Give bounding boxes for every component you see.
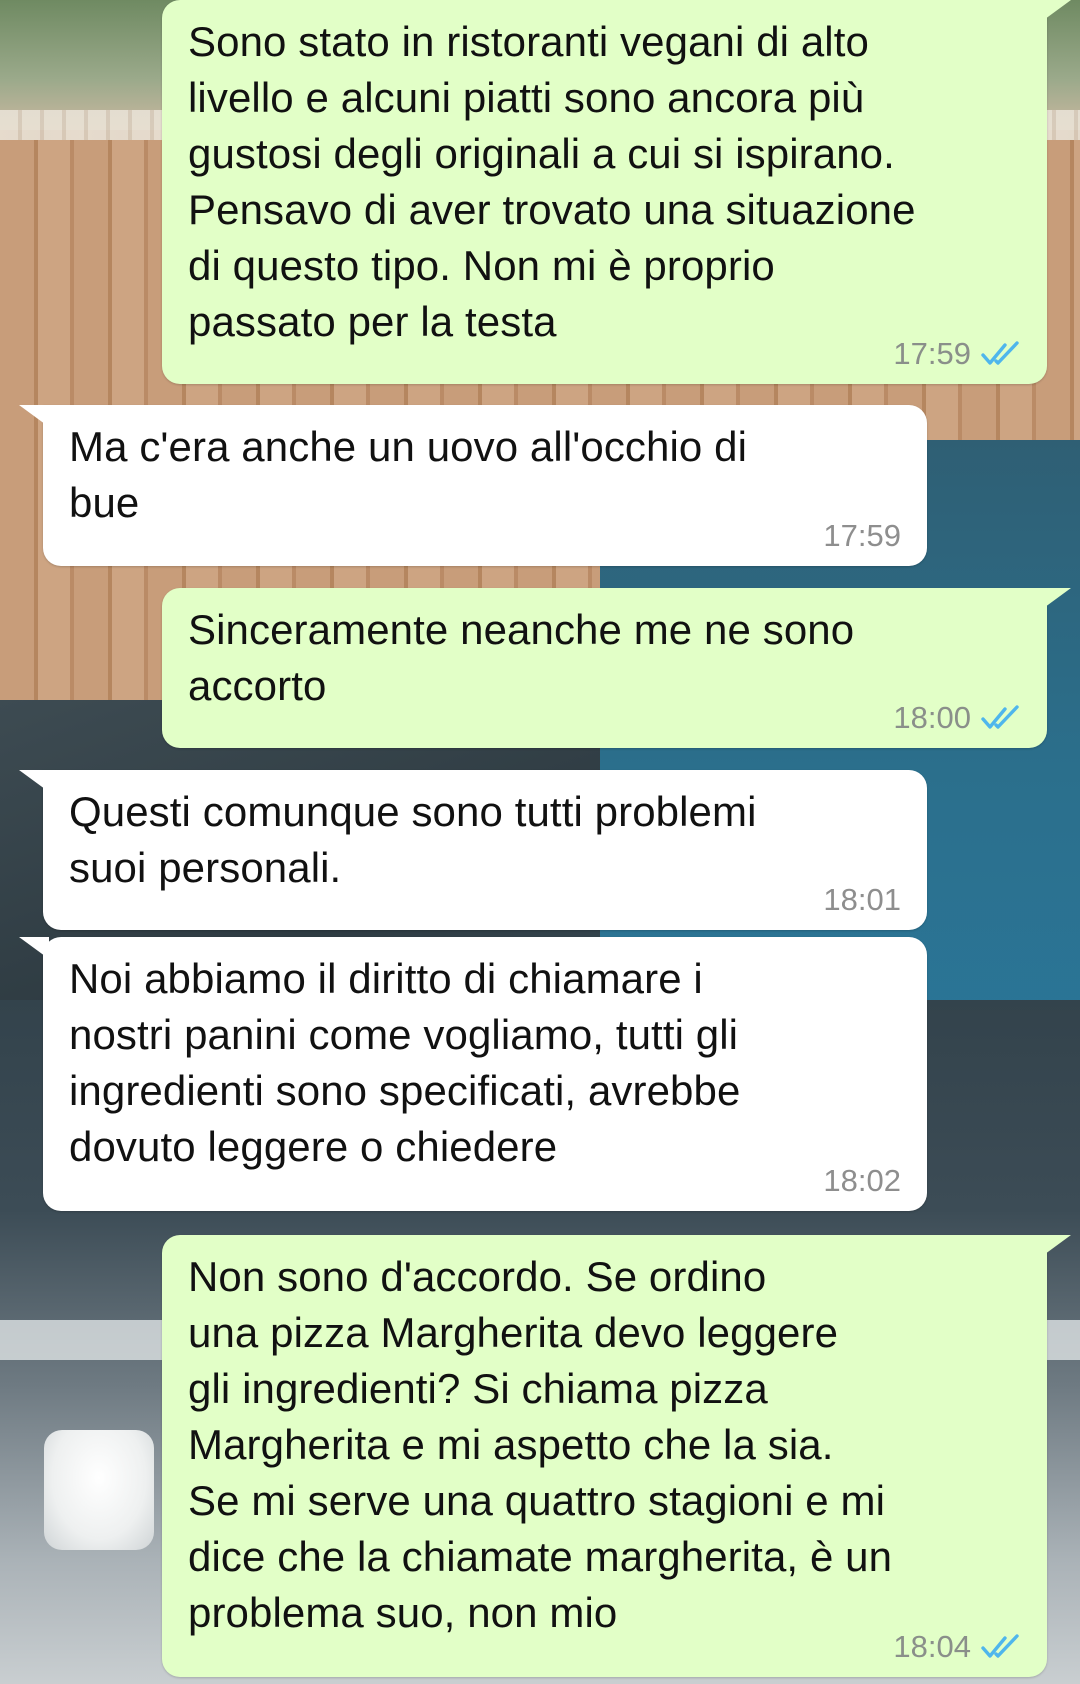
- message-text: Sinceramente neanche me ne sono accorto: [188, 606, 855, 709]
- message-meta: 18:02: [823, 1163, 901, 1199]
- message-bubble-incoming[interactable]: Noi abbiamo il diritto di chiamare i nos…: [19, 937, 927, 1211]
- message-bubble-outgoing[interactable]: Non sono d'accordo. Se ordino una pizza …: [162, 1235, 1071, 1677]
- message-bubble-outgoing[interactable]: Sono stato in ristoranti vegani di alto …: [162, 0, 1071, 384]
- message-bubble-incoming[interactable]: Ma c'era anche un uovo all'occhio di bue…: [19, 405, 927, 566]
- double-check-read-icon: [981, 341, 1019, 365]
- message-meta: 18:00: [893, 700, 1021, 736]
- message-meta: 17:59: [893, 336, 1021, 372]
- message-meta: 18:01: [823, 882, 901, 918]
- message-timestamp: 18:00: [893, 700, 971, 735]
- message-bubble-incoming[interactable]: Questi comunque sono tutti problemi suoi…: [19, 770, 927, 930]
- message-timestamp: 18:02: [823, 1163, 901, 1198]
- double-check-read-icon: [981, 1634, 1019, 1658]
- message-text: Questi comunque sono tutti problemi suoi…: [69, 788, 757, 891]
- message-text: Ma c'era anche un uovo all'occhio di bue: [69, 423, 748, 526]
- message-timestamp: 18:01: [823, 882, 901, 917]
- message-meta: 18:04: [893, 1629, 1021, 1665]
- message-timestamp: 17:59: [823, 518, 901, 553]
- message-text: Sono stato in ristoranti vegani di alto …: [188, 18, 916, 345]
- message-text: Noi abbiamo il diritto di chiamare i nos…: [69, 955, 741, 1170]
- chat-conversation[interactable]: Sono stato in ristoranti vegani di alto …: [0, 0, 1080, 1684]
- message-timestamp: 17:59: [893, 336, 971, 371]
- message-bubble-outgoing[interactable]: Sinceramente neanche me ne sono accorto …: [162, 588, 1071, 748]
- message-timestamp: 18:04: [893, 1629, 971, 1664]
- double-check-read-icon: [981, 705, 1019, 729]
- message-meta: 17:59: [823, 518, 901, 554]
- message-text: Non sono d'accordo. Se ordino una pizza …: [188, 1253, 893, 1636]
